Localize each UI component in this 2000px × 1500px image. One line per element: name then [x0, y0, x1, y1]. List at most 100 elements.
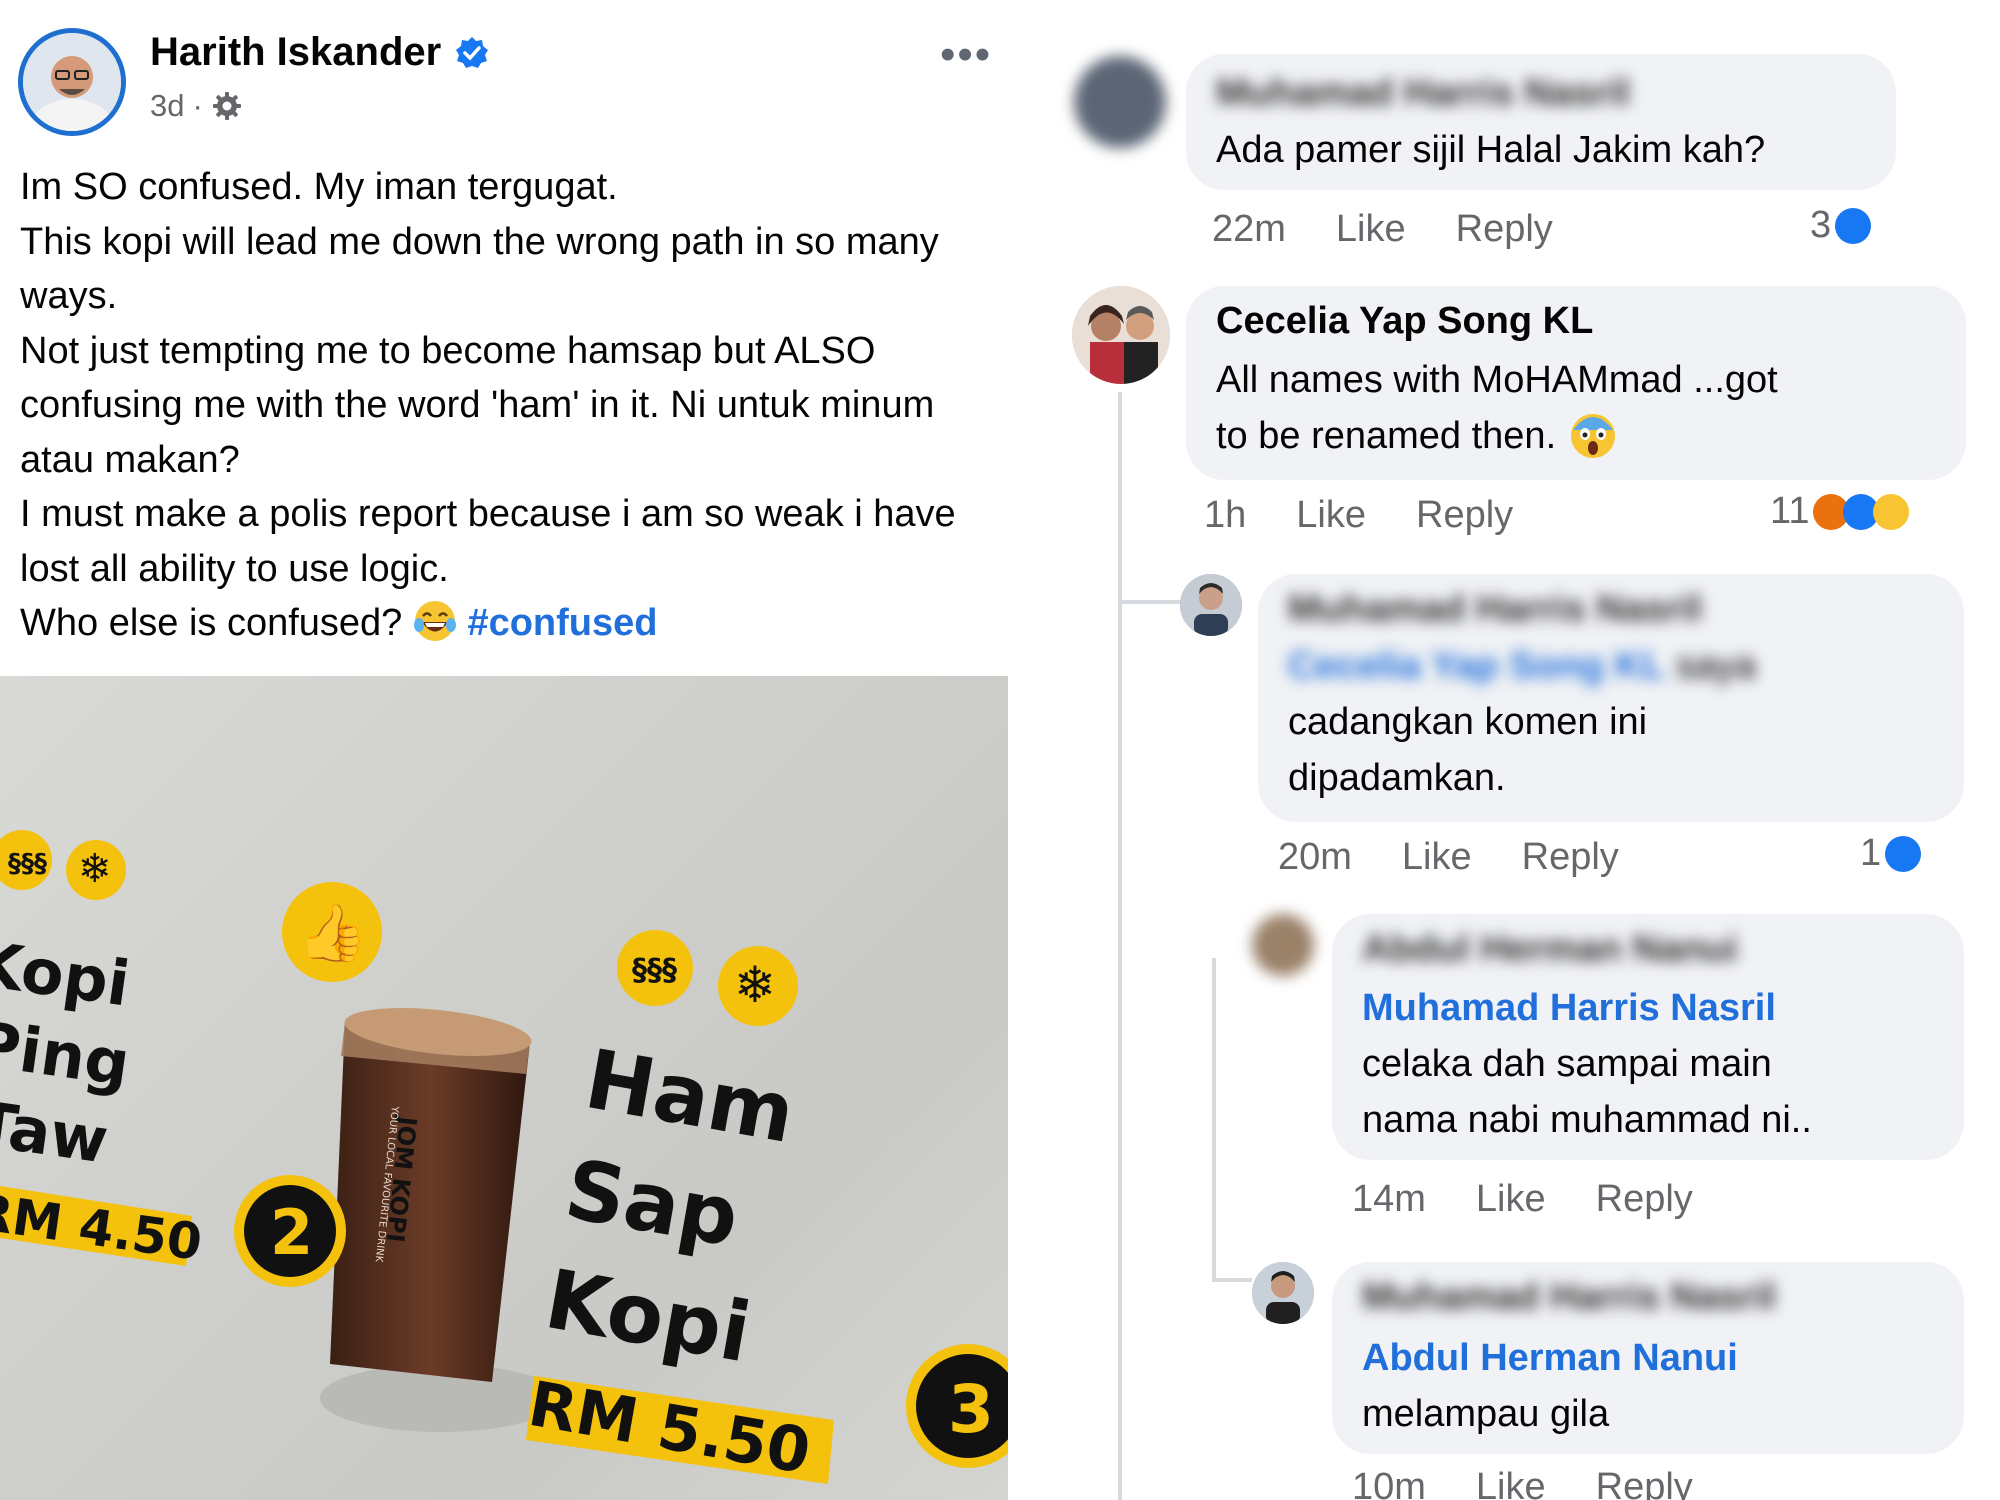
comment-text: All names with MoHAMmad ...got	[1216, 359, 1778, 401]
number-3: 3	[948, 1371, 994, 1448]
author-avatar-image	[23, 33, 121, 131]
author-avatar[interactable]	[18, 28, 126, 136]
comment-time[interactable]: 22m	[1212, 208, 1286, 251]
comment-actions: 22m Like Reply	[1212, 208, 1553, 251]
left-item-line-1: Kopi	[0, 927, 134, 1021]
comment-text: melampau gila	[1362, 1393, 1610, 1435]
comment-text: Ada pamer sijil Halal Jakim kah?	[1216, 129, 1766, 171]
left-price: RM 4.50	[0, 1183, 205, 1272]
post-body: Im SO confused. My iman tergugat. This k…	[20, 160, 1000, 651]
main-item-line-2: Sap	[559, 1142, 746, 1266]
post-last-line: Who else is confused? #confused	[20, 596, 1000, 651]
like-reaction-icon	[1835, 207, 1872, 244]
commenter-name[interactable]: Muhamad Harris Nasril	[1288, 588, 1702, 631]
thumbs-up-icon: 👍	[298, 901, 368, 965]
avatar-photo	[1180, 574, 1242, 636]
comment-text-line-2: to be renamed then.	[1216, 408, 1619, 464]
avatar-photo	[1252, 1262, 1314, 1324]
reply-button[interactable]: Reply	[1416, 494, 1513, 537]
comment-text: to be renamed then.	[1216, 415, 1557, 457]
scream-emoji-icon	[1570, 414, 1615, 458]
comment-text: saya	[1675, 645, 1757, 687]
commenter-avatar[interactable]	[1252, 914, 1314, 976]
post-timestamp[interactable]: 3d	[150, 88, 184, 124]
commenter-avatar[interactable]	[1072, 286, 1170, 384]
haha-reaction-icon	[1873, 493, 1910, 530]
thread-branch	[1212, 1278, 1252, 1282]
snowflake-icon: ❄	[78, 847, 112, 891]
like-button[interactable]: Like	[1336, 208, 1406, 251]
facebook-post: Harith Iskander 3d · ••• Im SO confused.…	[0, 0, 1008, 1500]
avatar-photo	[1072, 286, 1170, 384]
coffee-cup	[330, 1022, 530, 1382]
reaction-number: 3	[1810, 204, 1832, 246]
comment-time[interactable]: 14m	[1352, 1178, 1426, 1221]
panel-divider	[1008, 0, 1052, 1500]
post-meta: 3d ·	[150, 88, 243, 124]
main-item-line-3: Kopi	[539, 1252, 758, 1381]
commenter-avatar[interactable]	[1180, 574, 1242, 636]
verified-badge-icon	[456, 37, 488, 68]
post-line: I must make a polis report because i am …	[20, 493, 956, 590]
comment-actions: 1h Like Reply	[1204, 494, 1513, 537]
reaction-number: 11	[1770, 490, 1810, 532]
reply-button[interactable]: Reply	[1596, 1466, 1693, 1500]
comment-actions: 20m Like Reply	[1278, 836, 1619, 879]
menu-board-image: §§§ ❄ Kopi Ping Taw RM 4.50 👍 JOM KOPI Y…	[0, 830, 1008, 1488]
like-button[interactable]: Like	[1476, 1178, 1546, 1221]
comment-time[interactable]: 1h	[1204, 494, 1246, 537]
post-line: Who else is confused?	[20, 602, 403, 644]
thread-line	[1118, 392, 1122, 1500]
comment-text: dipadamkan.	[1288, 757, 1506, 799]
like-button[interactable]: Like	[1476, 1466, 1546, 1500]
gear-icon[interactable]	[211, 90, 243, 122]
comment-mention-line: Cecelia Yap Song KL saya	[1288, 638, 1756, 694]
steam-icon: §§§	[632, 953, 677, 988]
comment-text: celaka dah sampai main	[1362, 1043, 1772, 1085]
main-item-line-1: Ham	[579, 1032, 802, 1162]
reaction-count[interactable]: 11	[1770, 490, 1910, 533]
like-button[interactable]: Like	[1296, 494, 1366, 537]
main-price: RM 5.50	[523, 1367, 815, 1488]
comment-mention-line: Abdul Herman Nanui	[1362, 1330, 1738, 1386]
comment-actions: 14m Like Reply	[1352, 1178, 1693, 1221]
left-item-line-3: Taw	[0, 1087, 112, 1178]
commenter-avatar[interactable]	[1252, 1262, 1314, 1324]
post-line: Not just tempting me to become hamsap bu…	[20, 329, 935, 481]
reply-button[interactable]: Reply	[1522, 836, 1619, 879]
reaction-count[interactable]: 3	[1810, 204, 1872, 247]
commenter-name[interactable]: Cecelia Yap Song KL	[1216, 300, 1593, 343]
comment-time[interactable]: 10m	[1352, 1466, 1426, 1500]
thread-line	[1212, 958, 1216, 1278]
author-name[interactable]: Harith Iskander	[150, 30, 441, 75]
reply-button[interactable]: Reply	[1456, 208, 1553, 251]
comment-text: cadangkan komen ini	[1288, 701, 1648, 743]
more-options-button[interactable]: •••	[940, 30, 992, 80]
steam-icon: §§§	[8, 849, 47, 879]
thread-branch	[1118, 600, 1184, 604]
post-line: Im SO confused. My iman tergugat.	[20, 166, 618, 208]
reply-button[interactable]: Reply	[1596, 1178, 1693, 1221]
meta-separator: ·	[192, 88, 203, 123]
mention-link[interactable]: Cecelia Yap Song KL	[1288, 645, 1665, 687]
mention-link[interactable]: Muhamad Harris Nasril	[1362, 987, 1776, 1029]
reaction-count[interactable]: 1	[1860, 832, 1922, 875]
commenter-name[interactable]: Muhamad Harris Nasril	[1362, 1276, 1776, 1319]
post-photo[interactable]: §§§ ❄ Kopi Ping Taw RM 4.50 👍 JOM KOPI Y…	[0, 676, 1008, 1500]
laughing-tears-emoji-icon	[413, 601, 456, 641]
comment-mention-line: Muhamad Harris Nasril	[1362, 980, 1776, 1036]
comment-text: nama nabi muhammad ni..	[1362, 1099, 1812, 1141]
like-reaction-icon	[1885, 835, 1922, 872]
comment-time[interactable]: 20m	[1278, 836, 1352, 879]
commenter-name[interactable]: Muhamad Harris Nasril	[1216, 72, 1630, 115]
left-item-line-2: Ping	[0, 1007, 134, 1101]
snowflake-icon: ❄	[734, 957, 776, 1013]
hashtag-link[interactable]: #confused	[467, 602, 657, 644]
mention-link[interactable]: Abdul Herman Nanui	[1362, 1337, 1738, 1379]
commenter-name[interactable]: Abdul Herman Nanui	[1362, 928, 1738, 971]
commenter-avatar[interactable]	[1074, 56, 1166, 148]
like-button[interactable]: Like	[1402, 836, 1472, 879]
number-2: 2	[270, 1196, 313, 1269]
comments-panel: Muhamad Harris Nasril Ada pamer sijil Ha…	[1052, 0, 2000, 1500]
post-line: This kopi will lead me down the wrong pa…	[20, 220, 939, 318]
